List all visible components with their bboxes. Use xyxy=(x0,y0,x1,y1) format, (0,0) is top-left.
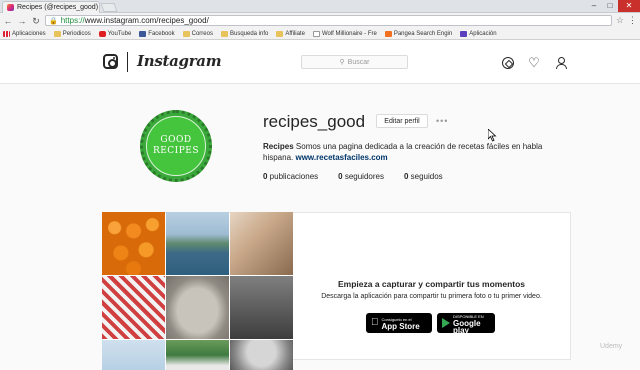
photo-dog xyxy=(166,276,229,339)
sample-photo-grid xyxy=(102,212,293,370)
bio-link[interactable]: www.recetasfaciles.com xyxy=(295,153,387,162)
bookmark-aplicacion[interactable]: Aplicación xyxy=(460,30,497,37)
bookmark-facebook[interactable]: Facebook xyxy=(139,30,175,37)
stat-posts: 0 publicaciones xyxy=(263,172,318,181)
bookmark-wolf-millionaire[interactable]: Wolf Millionaire - Fre xyxy=(312,30,377,37)
bookmark-pangea[interactable]: Pangea Search Engin xyxy=(384,30,453,37)
bookmark-label: Busqueda info xyxy=(229,30,269,37)
instagram-wordmark[interactable]: Instagram xyxy=(137,52,222,70)
url-scheme: https:// xyxy=(60,16,85,25)
explore-compass-icon[interactable] xyxy=(502,57,514,69)
followers-label: seguidores xyxy=(342,172,384,181)
bookmark-label: Correos xyxy=(191,30,213,37)
avatar[interactable]: GOOD RECIPES xyxy=(140,110,212,182)
bookmark-label: YouTube xyxy=(107,30,132,37)
facebook-icon xyxy=(139,30,147,37)
browser-menu-icon[interactable]: ⋮ xyxy=(628,15,637,26)
bookmark-label: Periodicos xyxy=(62,30,91,37)
stat-followers[interactable]: 0 seguidores xyxy=(338,172,384,181)
photo-baby xyxy=(230,276,293,339)
more-options-icon[interactable]: ••• xyxy=(436,116,448,126)
browser-tab[interactable]: Recipes (@recipes_good) × xyxy=(2,1,100,13)
promo-title: Empieza a capturar y compartir tus momen… xyxy=(337,279,526,289)
following-label: seguidos xyxy=(408,172,443,181)
reload-icon[interactable]: ↻ xyxy=(31,16,41,26)
youtube-icon xyxy=(98,30,106,37)
bio-name: Recipes xyxy=(263,142,294,151)
google-play-button[interactable]: DISPONIBLE EN Google play xyxy=(437,313,495,335)
minimize-button[interactable]: – xyxy=(586,0,602,12)
search-icon: ⚲ xyxy=(339,59,345,66)
bookmark-label: Aplicación xyxy=(469,30,497,37)
forward-arrow-icon[interactable]: → xyxy=(17,16,27,26)
edit-profile-button[interactable]: Editar perfil xyxy=(376,114,428,128)
lock-icon: 🔒 xyxy=(49,17,58,25)
folder-icon xyxy=(53,30,61,37)
folder-icon xyxy=(220,30,228,37)
maximize-button[interactable]: □ xyxy=(602,0,618,12)
profile-user-icon[interactable] xyxy=(555,57,567,69)
avatar-line-1: GOOD xyxy=(160,135,192,145)
photo-sky xyxy=(102,340,165,370)
bookmark-label: Facebook xyxy=(148,30,175,37)
photo-cactus xyxy=(166,340,229,370)
app-store-button[interactable]:  Consíguelo en el App Store xyxy=(366,313,432,333)
activity-heart-icon[interactable]: ♡ xyxy=(528,56,540,69)
photo-coastline xyxy=(166,212,229,275)
address-bar[interactable]: 🔒 https://www.instagram.com/recipes_good… xyxy=(45,15,612,26)
udemy-watermark: Udemy xyxy=(600,343,623,350)
close-window-button[interactable]: ✕ xyxy=(618,0,640,12)
tab-title: Recipes (@recipes_good) xyxy=(17,4,99,11)
profile-bio: Recipes Somos una pagina dedicada a la c… xyxy=(263,141,563,163)
bookmark-star-icon[interactable]: ☆ xyxy=(616,15,624,26)
back-arrow-icon[interactable]: ← xyxy=(3,16,13,26)
window-controls: – □ ✕ xyxy=(586,0,640,12)
instagram-favicon-icon xyxy=(7,4,14,11)
photo-cat xyxy=(102,276,165,339)
bookmarks-bar: Aplicaciones Periodicos YouTube Facebook… xyxy=(0,28,640,40)
page-icon xyxy=(312,30,320,37)
bookmark-busqueda-info[interactable]: Busqueda info xyxy=(220,30,269,37)
promo-subtitle: Descarga la aplicación para compartir tu… xyxy=(321,293,542,300)
google-play-text: DISPONIBLE EN Google play xyxy=(453,313,490,335)
profile-stats: 0 publicaciones 0 seguidores 0 seguidos xyxy=(263,172,443,181)
stat-following[interactable]: 0 seguidos xyxy=(404,172,443,181)
apps-icon xyxy=(3,30,10,37)
browser-tab-bar: Recipes (@recipes_good) × – □ ✕ xyxy=(0,0,640,13)
avatar-logo: GOOD RECIPES xyxy=(146,116,206,176)
browser-nav-bar: ← → ↻ 🔒 https://www.instagram.com/recipe… xyxy=(0,13,640,28)
bookmark-label: Aplicaciones xyxy=(12,30,46,37)
apple-icon:  xyxy=(371,318,379,328)
app-icon xyxy=(460,30,468,37)
new-tab-button[interactable] xyxy=(100,3,118,12)
folder-icon xyxy=(276,30,284,37)
bookmark-correos[interactable]: Correos xyxy=(182,30,213,37)
bookmark-label: Wolf Millionaire - Fre xyxy=(321,30,377,37)
profile-username: recipes_good xyxy=(263,112,366,131)
instagram-camera-icon[interactable] xyxy=(103,54,118,69)
app-store-text: Consíguelo en el App Store xyxy=(374,316,420,331)
folder-icon xyxy=(182,30,190,37)
url-host: www.instagram.com/recipes_good/ xyxy=(84,16,209,25)
photo-child xyxy=(230,340,293,370)
bookmark-periodicos[interactable]: Periodicos xyxy=(53,30,91,37)
google-play-icon xyxy=(442,318,450,328)
pangea-icon xyxy=(384,30,392,37)
bookmark-aplicaciones[interactable]: Aplicaciones xyxy=(3,30,46,37)
bookmark-affiliate[interactable]: Affiliate xyxy=(276,30,305,37)
app-store-big: App Store xyxy=(374,322,420,331)
avatar-line-2: RECIPES xyxy=(152,146,200,156)
photo-portrait xyxy=(230,212,293,275)
bookmark-label: Affiliate xyxy=(285,30,305,37)
search-input[interactable]: ⚲ Buscar xyxy=(301,55,408,69)
google-play-big: Google play xyxy=(453,318,481,335)
bookmark-youtube[interactable]: YouTube xyxy=(98,30,132,37)
search-placeholder: Buscar xyxy=(347,58,370,66)
mouse-cursor-icon xyxy=(488,129,497,142)
posts-label: publicaciones xyxy=(267,172,319,181)
logo-divider xyxy=(127,52,128,72)
photo-oranges xyxy=(102,212,165,275)
bookmark-label: Pangea Search Engin xyxy=(393,30,453,37)
